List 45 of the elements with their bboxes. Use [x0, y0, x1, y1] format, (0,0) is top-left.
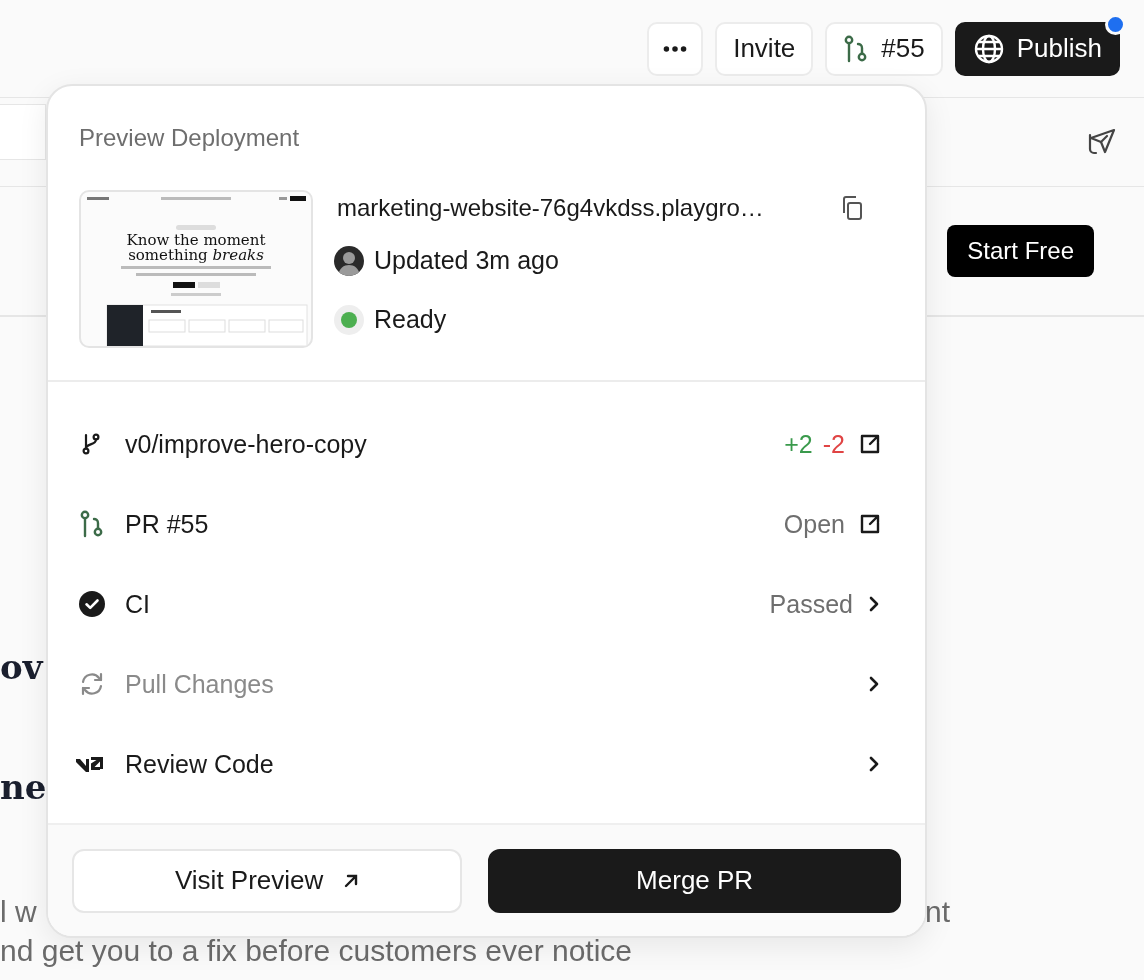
chevron-right-icon	[867, 675, 881, 693]
popover-title: Preview Deployment	[79, 124, 301, 152]
pull-request-button[interactable]: #55	[825, 21, 943, 76]
pull-request-icon	[79, 510, 105, 538]
updated-time: Updated 3m ago	[374, 246, 559, 275]
status-label: Ready	[374, 305, 447, 334]
row-status: Passed	[769, 589, 853, 619]
external-link-icon	[859, 513, 881, 535]
thumbnail-headline: something breaks	[127, 247, 265, 263]
globe-icon	[972, 32, 1005, 65]
hero-heading: ov	[0, 646, 44, 689]
more-button[interactable]	[647, 21, 704, 76]
menu-row[interactable]: v0/improve-hero-copy +2 -2	[48, 404, 925, 484]
row-label: Pull Changes	[125, 669, 275, 699]
deletions-count: -2	[822, 429, 845, 459]
logo-icon	[75, 755, 105, 773]
row-label: CI	[125, 589, 151, 619]
hero-paragraph: l w	[0, 894, 37, 930]
row-label: Review Code	[125, 749, 275, 779]
row-label: v0/improve-hero-copy	[125, 429, 368, 459]
thumbnail-headline: Know the moment	[125, 232, 267, 248]
hero-paragraph: nd get you to a fix before customers ever notice	[0, 933, 633, 969]
menu-row[interactable]: PR #55 Open	[48, 484, 925, 564]
row-status: Open	[783, 509, 845, 539]
merge-button[interactable]: Merge PR	[488, 848, 901, 913]
deployment-url[interactable]: marketing-website-76g4vkdss.playgro…	[337, 194, 764, 222]
invite-button[interactable]: Invite	[715, 21, 814, 76]
chevron-right-icon	[867, 595, 881, 613]
menu-row[interactable]: Review Code	[48, 724, 925, 804]
input-field[interactable]	[0, 104, 46, 160]
row-label: PR #55	[125, 509, 210, 539]
visit-preview-button[interactable]: Visit Preview	[72, 848, 463, 913]
sync-icon	[79, 671, 105, 697]
additions-count: +2	[784, 429, 813, 459]
preview-thumbnail[interactable]: Know the moment something breaks	[79, 190, 313, 348]
avatar	[334, 245, 364, 276]
check-icon	[79, 591, 105, 617]
menu-row[interactable]: CI Passed	[48, 564, 925, 644]
hero-heading: ne	[0, 766, 44, 809]
more-icon	[663, 44, 688, 53]
external-link-icon	[859, 433, 881, 455]
hero-paragraph: nt	[924, 894, 950, 930]
arrow-up-right-icon	[343, 872, 360, 889]
start-free-button[interactable]: Start Free	[947, 225, 1094, 277]
chevron-right-icon	[867, 755, 881, 773]
